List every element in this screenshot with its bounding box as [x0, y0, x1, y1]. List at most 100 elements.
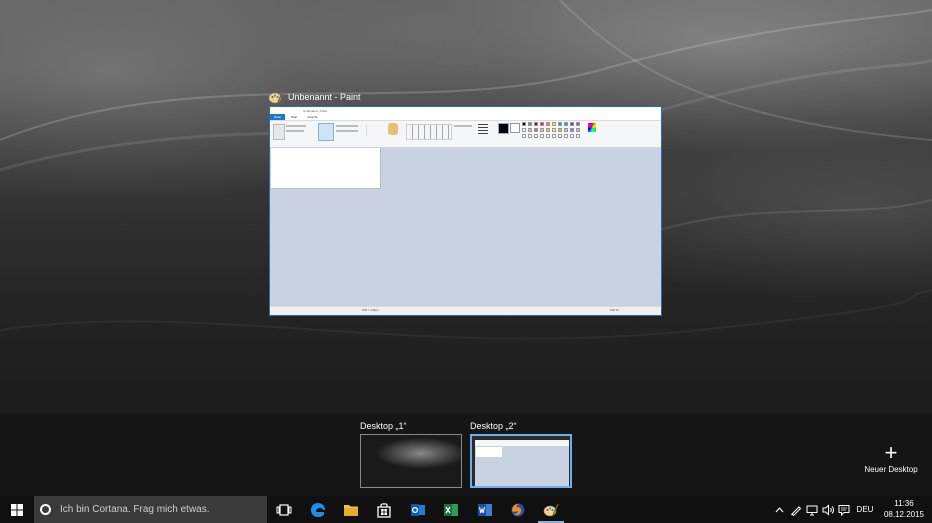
- palette-swatch: [564, 128, 568, 132]
- excel-icon: [444, 503, 458, 516]
- paste-tool: [273, 124, 285, 140]
- palette-swatch-empty: [522, 134, 526, 138]
- taskbar-outlook[interactable]: [401, 496, 435, 523]
- tray-volume-button[interactable]: [820, 496, 836, 523]
- clock-time: 11:36: [894, 499, 914, 508]
- firefox-icon: [511, 503, 525, 516]
- paint-ribbon-tabs: Datei Start Ansicht: [270, 114, 661, 121]
- tab-datei: Datei: [270, 114, 286, 120]
- color2-swatch: [510, 123, 520, 133]
- clipboard-actions-2: [286, 130, 304, 132]
- palette-swatch: [540, 122, 544, 126]
- outlook-icon: [411, 503, 425, 516]
- palette-swatch-empty: [552, 134, 556, 138]
- window-title-bar: Unbenannt - Paint: [268, 88, 361, 106]
- new-desktop-button[interactable]: + Neuer Desktop: [860, 440, 922, 475]
- language-indicator: DEU: [856, 505, 874, 514]
- paint-ribbon: [270, 121, 661, 148]
- clipboard-actions: [286, 125, 306, 127]
- brushes-tool: [388, 123, 398, 135]
- taskbar-paint[interactable]: [534, 496, 568, 523]
- palette-swatch: [528, 128, 532, 132]
- palette-swatch-empty: [540, 134, 544, 138]
- palette-swatch: [564, 122, 568, 126]
- word-icon: [478, 503, 492, 516]
- taskbar-clock[interactable]: 11:36 08.12.2015: [880, 498, 928, 520]
- plus-icon: +: [884, 440, 898, 465]
- palette-swatch: [546, 122, 550, 126]
- palette-swatch: [576, 128, 580, 132]
- tray-action-center-button[interactable]: [836, 496, 852, 523]
- network-icon: [806, 505, 818, 515]
- select-tool: [318, 123, 334, 141]
- palette-swatch: [534, 122, 538, 126]
- desktop-1[interactable]: Desktop „1“: [360, 420, 462, 488]
- paint-statusbar: 378 × 141px 100 %: [270, 306, 661, 315]
- tools-group: [366, 124, 385, 136]
- palette-swatch: [552, 122, 556, 126]
- palette-swatch: [540, 128, 544, 132]
- paint-canvas-area: [270, 147, 661, 307]
- taskbar-excel[interactable]: [434, 496, 468, 523]
- window-title: Unbenannt - Paint: [288, 92, 361, 102]
- taskbar-firefox[interactable]: [501, 496, 535, 523]
- palette-swatch: [558, 128, 562, 132]
- palette-swatch: [558, 122, 562, 126]
- desktop-1-thumbnail[interactable]: [360, 434, 462, 488]
- palette-swatch: [522, 128, 526, 132]
- image-actions: [336, 125, 358, 127]
- action-center-icon: [838, 504, 850, 516]
- image-actions-2: [336, 130, 358, 132]
- paint-titlebar: Unbenannt - Paint: [270, 107, 661, 114]
- taskbar-file-explorer[interactable]: [334, 496, 368, 523]
- new-desktop-label: Neuer Desktop: [864, 465, 918, 474]
- status-zoom: 100 %: [610, 308, 619, 312]
- palette-swatch-empty: [570, 134, 574, 138]
- palette-swatch: [546, 128, 550, 132]
- desktop-2-window-preview: [475, 440, 569, 486]
- desktops-strip: [0, 414, 932, 496]
- search-placeholder: Ich bin Cortana. Frag mich etwas.: [60, 504, 210, 515]
- windows-logo-icon: [11, 503, 23, 516]
- taskbar-store[interactable]: [367, 496, 401, 523]
- palette-swatch-empty: [564, 134, 568, 138]
- task-view-button[interactable]: [267, 496, 301, 523]
- desktop-2[interactable]: Desktop „2“: [470, 420, 572, 488]
- taskbar: Ich bin Cortana. Frag mich etwas. DEU 11…: [0, 496, 932, 523]
- palette-swatch-empty: [558, 134, 562, 138]
- taskbar-edge[interactable]: [301, 496, 335, 523]
- folder-icon: [344, 504, 358, 516]
- start-button[interactable]: [0, 496, 34, 523]
- palette-swatch-empty: [528, 134, 532, 138]
- volume-icon: [822, 503, 834, 516]
- chevron-up-icon: [775, 506, 783, 512]
- palette-swatch-empty: [546, 134, 550, 138]
- desktop-1-label: Desktop „1“: [360, 421, 407, 431]
- color1-swatch: [498, 123, 509, 134]
- status-size: 378 × 141px: [362, 308, 379, 312]
- shapes-gallery: [406, 124, 452, 140]
- tray-overflow-button[interactable]: [772, 496, 786, 523]
- tab-start: Start: [291, 115, 298, 119]
- color-palette: [522, 122, 586, 138]
- cortana-icon: [40, 504, 51, 515]
- tray-network-button[interactable]: [804, 496, 820, 523]
- edge-icon: [311, 502, 325, 517]
- paint-window-preview: Unbenannt - Paint Datei Start Ansicht 37…: [269, 106, 662, 316]
- tray-pen-button[interactable]: [788, 496, 804, 523]
- outline-fill: [454, 125, 472, 127]
- clock-date: 08.12.2015: [883, 510, 925, 519]
- tray-language-button[interactable]: DEU: [853, 496, 877, 523]
- palette-swatch: [570, 128, 574, 132]
- cortana-search-box[interactable]: Ich bin Cortana. Frag mich etwas.: [34, 496, 267, 523]
- desktop-2-label: Desktop „2“: [470, 421, 517, 431]
- task-view-icon: [276, 503, 292, 516]
- desktop-2-thumbnail[interactable]: [470, 434, 572, 488]
- paint-titlebar-text: Unbenannt - Paint: [303, 108, 328, 113]
- paint-window-thumbnail[interactable]: Unbenannt - Paint Unbenannt - Paint Date…: [268, 88, 662, 318]
- pen-icon: [791, 505, 802, 516]
- taskbar-word[interactable]: [468, 496, 502, 523]
- palette-swatch: [552, 128, 556, 132]
- palette-swatch: [570, 122, 574, 126]
- palette-swatch: [576, 122, 580, 126]
